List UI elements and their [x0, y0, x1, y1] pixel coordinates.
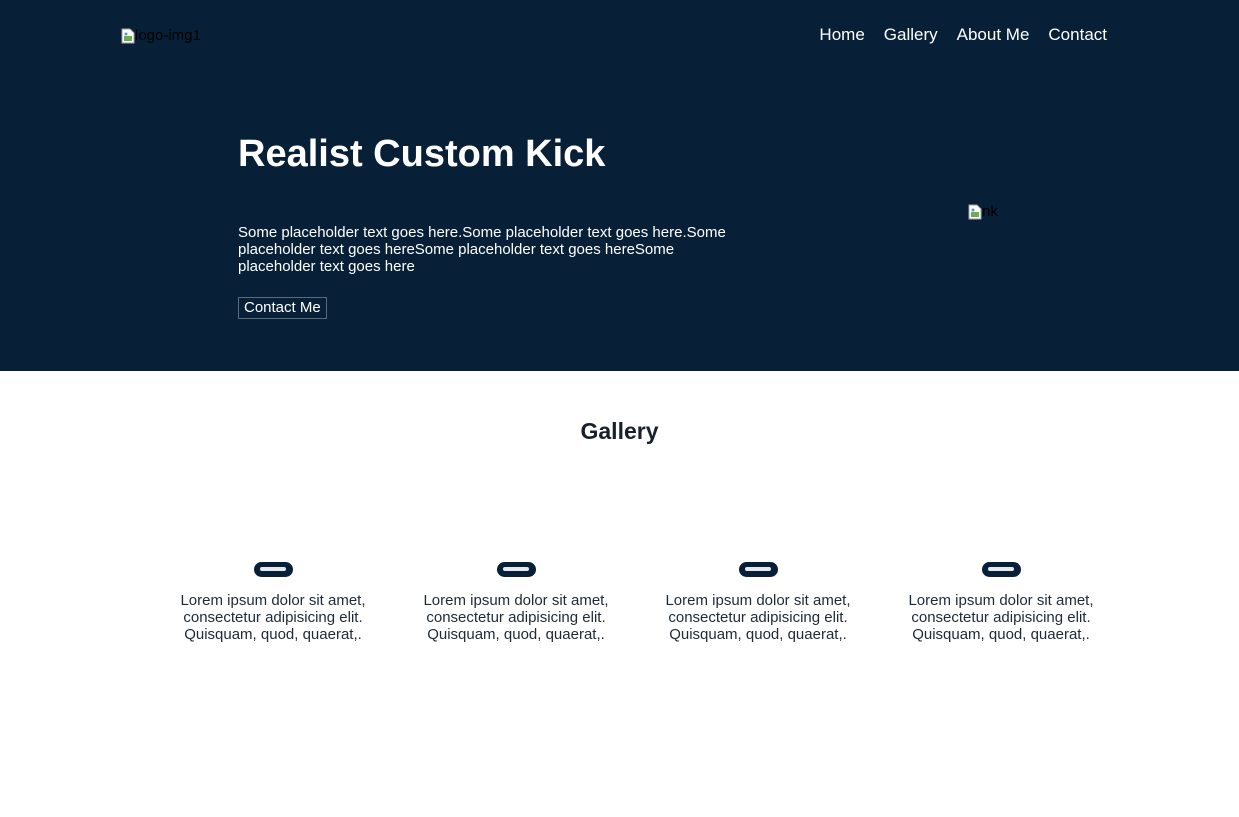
- gallery-card: Lorem ipsum dolor sit amet, consectetur …: [421, 562, 611, 643]
- nav-about-link[interactable]: About Me: [957, 25, 1030, 45]
- gallery-card-image: [496, 562, 536, 577]
- hero-image-alt-text: nk: [982, 203, 998, 220]
- gallery-card: Lorem ipsum dolor sit amet, consectetur …: [906, 562, 1096, 643]
- gallery-card-text: Lorem ipsum dolor sit amet, consectetur …: [665, 592, 851, 643]
- gallery-card-image: [738, 562, 778, 577]
- gallery-card-image: [253, 562, 293, 577]
- nav-gallery-link[interactable]: Gallery: [884, 25, 938, 45]
- gallery-card-text: Lorem ipsum dolor sit amet, consectetur …: [908, 592, 1094, 643]
- contact-me-button[interactable]: Contact Me: [238, 297, 327, 319]
- nav-home-link[interactable]: Home: [819, 25, 864, 45]
- broken-image-icon: [121, 28, 135, 44]
- logo-alt-text: logo-img1: [135, 27, 201, 44]
- gallery-cards: Lorem ipsum dolor sit amet, consectetur …: [0, 562, 1239, 672]
- gallery-card: Lorem ipsum dolor sit amet, consectetur …: [663, 562, 853, 643]
- gallery-card-text: Lorem ipsum dolor sit amet, consectetur …: [180, 592, 366, 643]
- gallery-card-image: [981, 562, 1021, 577]
- logo[interactable]: logo-img1: [121, 27, 201, 45]
- gallery-title: Gallery: [580, 418, 659, 444]
- broken-image-icon: [968, 204, 982, 220]
- gallery-card-text: Lorem ipsum dolor sit amet, consectetur …: [423, 592, 609, 643]
- hero-section: logo-img1 Home Gallery About Me Contact …: [0, 0, 1239, 371]
- hero-title: Realist Custom Kick: [238, 133, 606, 175]
- gallery-card: Lorem ipsum dolor sit amet, consectetur …: [178, 562, 368, 643]
- hero-description: Some placeholder text goes here.Some pla…: [238, 224, 726, 275]
- main-nav: Home Gallery About Me Contact: [819, 25, 1107, 45]
- hero-image: nk: [968, 204, 998, 220]
- nav-contact-link[interactable]: Contact: [1048, 25, 1107, 45]
